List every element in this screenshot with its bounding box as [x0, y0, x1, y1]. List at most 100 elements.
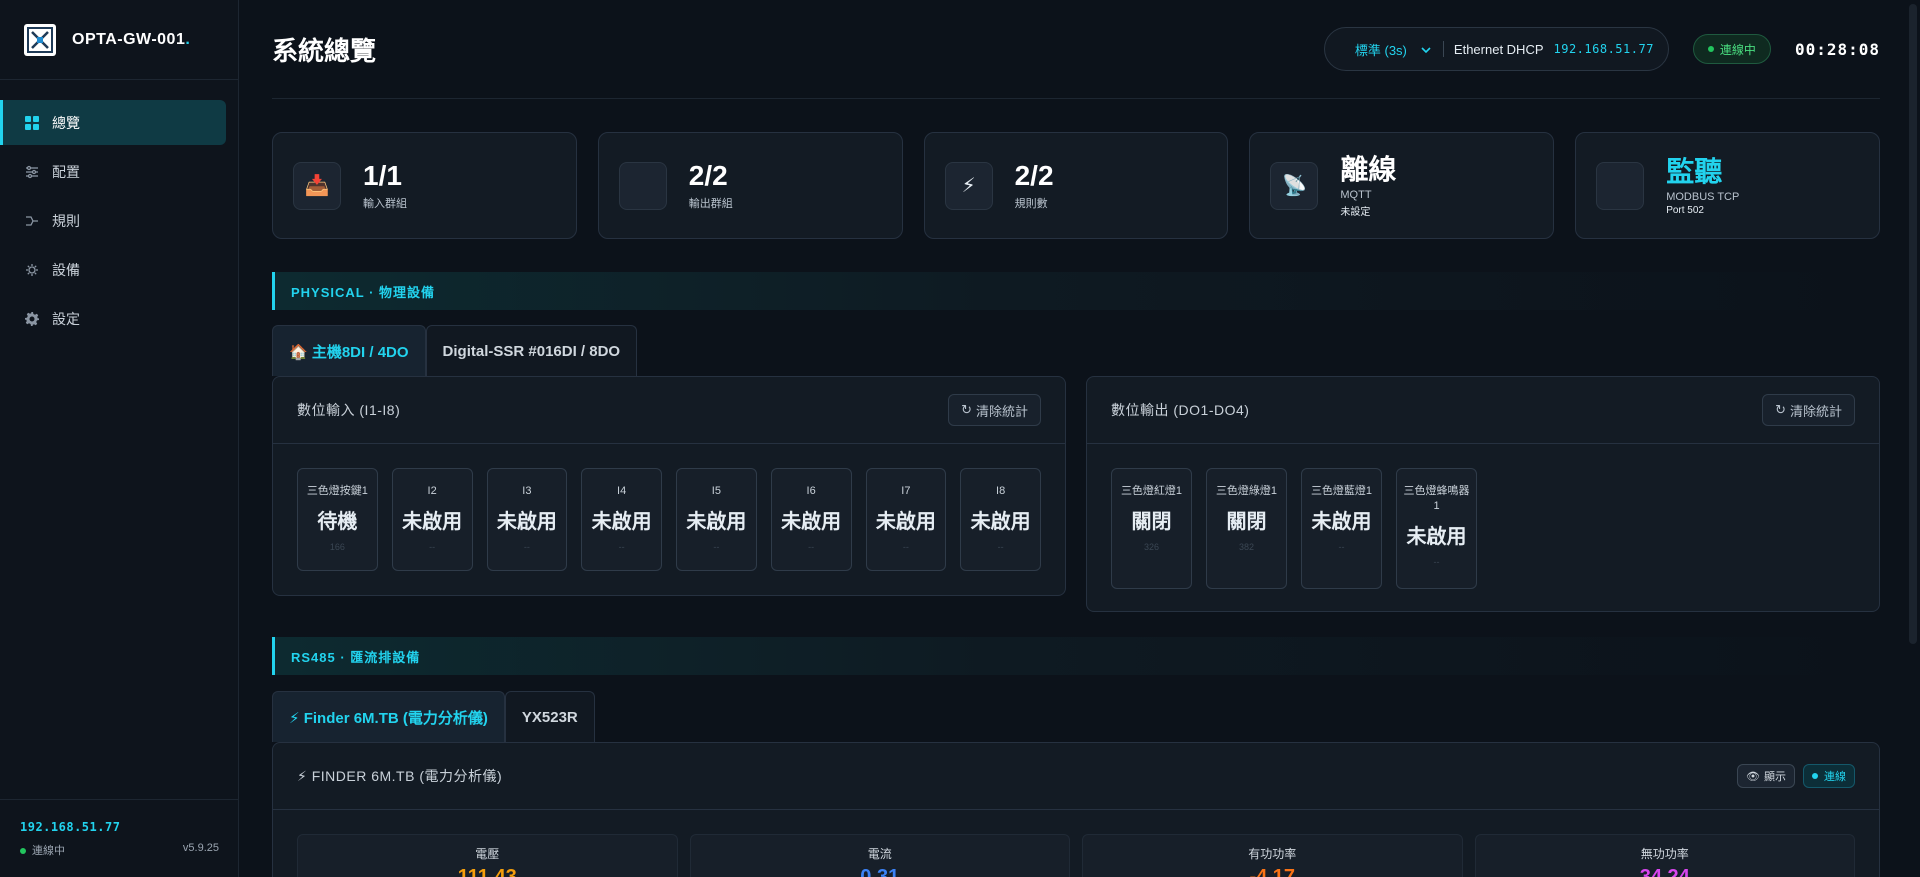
panel-title: 數位輸出 (DO1-DO4): [1111, 402, 1250, 418]
stat-label: 輸入群組: [363, 198, 407, 210]
stat-label: 輸出群組: [688, 198, 733, 210]
metric-active-power: 有功功率 -4.17: [1082, 834, 1463, 877]
output-tile[interactable]: 三色燈藍燈1 未啟用 --: [1301, 468, 1382, 589]
tab-main-unit[interactable]: 🏠 主機8DI / 4DO: [272, 325, 426, 376]
sidebar-item-overview[interactable]: 總覽: [0, 100, 226, 145]
sidebar-item-label: 總覽: [52, 114, 80, 131]
main-content: 系統總覽 標準 (3s) Ethernet DHCP 192.168.51.77…: [272, 0, 1880, 877]
input-tile[interactable]: I7 未啟用 --: [865, 468, 947, 571]
stat-label: MQTT: [1340, 188, 1372, 201]
tab-digital-ssr[interactable]: Digital-SSR #016DI / 8DO: [425, 325, 638, 376]
metric-reactive-power: 無功功率 34.24: [1474, 834, 1855, 877]
sidebar-item-settings[interactable]: 設定: [0, 296, 226, 341]
output-tile[interactable]: 三色燈紅燈1 關閉 326: [1111, 468, 1192, 589]
sidebar-item-devices[interactable]: 設備: [0, 247, 226, 292]
refresh-icon: ↻: [1775, 402, 1786, 417]
stat-card-mqtt: 📡 離線 MQTT 未設定: [1249, 132, 1555, 239]
panel-title: 數位輸入 (I1-I8): [297, 402, 401, 418]
input-tile[interactable]: I2 未啟用 --: [391, 468, 473, 571]
tab-yx523r[interactable]: YX523R: [504, 691, 595, 742]
chip-icon: [24, 262, 40, 278]
input-tile[interactable]: I3 未啟用 --: [486, 468, 568, 571]
sidebar-item-label: 配置: [52, 163, 80, 180]
modbus-icon: [1596, 161, 1645, 210]
section-rs485: RS485 · 匯流排設備: [272, 637, 1880, 675]
output-tile[interactable]: 三色燈蜂鳴器1 未啟用 --: [1396, 468, 1477, 589]
physical-tabs: 🏠 主機8DI / 4DO Digital-SSR #016DI / 8DO: [272, 325, 638, 376]
sidebar: OPTA-GW-001. 總覽 配置 規則 設備 設定 192.168.51.7…: [0, 0, 239, 877]
page-header: 系統總覽 標準 (3s) Ethernet DHCP 192.168.51.77…: [272, 0, 1880, 99]
divider: [1442, 41, 1444, 57]
panel-title: ⚡ FINDER 6M.TB (電力分析儀): [297, 768, 503, 784]
clock: 00:28:08: [1794, 39, 1880, 59]
sidebar-item-label: 設備: [52, 261, 80, 278]
sidebar-status: 連線中: [20, 842, 65, 858]
input-tile[interactable]: I5 未啟用 --: [676, 468, 757, 571]
network-mode: Ethernet DHCP: [1453, 41, 1544, 57]
sidebar-item-rules[interactable]: 規則: [0, 198, 226, 243]
app-version: v5.9.25: [182, 842, 219, 854]
app-name: OPTA-GW-001.: [72, 30, 191, 48]
status-dot-icon: [1707, 46, 1714, 52]
inbox-icon: 📥: [293, 161, 341, 210]
header-ip: 192.168.51.77: [1553, 42, 1654, 56]
connection-badge: 連線中: [1692, 34, 1771, 64]
input-tile[interactable]: 三色燈按鍵1 待機 166: [297, 468, 378, 571]
status-dot-icon: [20, 848, 26, 855]
sidebar-item-config[interactable]: 配置: [0, 149, 226, 194]
output-icon: [618, 161, 667, 210]
sliders-icon: [24, 164, 40, 180]
metric-current: 電流 0.31: [689, 834, 1070, 877]
digital-outputs-panel: 數位輸出 (DO1-DO4) ↻ 清除統計 三色燈紅燈1 關閉 326 三色燈綠燈1 關…: [1086, 376, 1880, 612]
input-tile[interactable]: I6 未啟用 --: [770, 468, 852, 571]
stat-value: 2/2: [688, 160, 728, 191]
show-toggle-button[interactable]: 👁 顯示: [1737, 764, 1795, 788]
sidebar-item-label: 設定: [52, 310, 80, 327]
sidebar-footer: 192.168.51.77 連線中 v5.9.25: [0, 799, 239, 877]
sidebar-item-label: 規則: [52, 212, 80, 229]
metric-voltage: 電壓 111.43: [297, 834, 678, 877]
stat-card-modbus: 監聽 MODBUS TCP Port 502: [1575, 132, 1880, 239]
eye-icon: 👁: [1746, 770, 1760, 783]
stat-value: 離線: [1340, 153, 1397, 185]
flow-icon: [24, 213, 40, 229]
stat-value: 1/1: [363, 160, 402, 191]
stat-card-outputs: 2/2 輸出群組: [597, 132, 903, 239]
finder-device-panel: ⚡ FINDER 6M.TB (電力分析儀) 👁 顯示 連線 電壓 111.43 電…: [272, 742, 1880, 877]
clear-stats-button[interactable]: ↻ 清除統計: [948, 394, 1041, 426]
stat-sublabel: Port 502: [1666, 204, 1704, 216]
status-bar: 標準 (3s) Ethernet DHCP 192.168.51.77: [1323, 27, 1669, 71]
brand: OPTA-GW-001.: [0, 0, 238, 80]
stat-value: 監聽: [1666, 155, 1723, 187]
stat-sublabel: 未設定: [1340, 206, 1371, 218]
page-title: 系統總覽: [272, 35, 377, 66]
stats-row: 📥 1/1 輸入群組 2/2 輸出群組 ⚡ 2/2 規則數 📡 離線 MQTT 未設定 監…: [272, 132, 1880, 239]
stat-card-inputs: 📥 1/1 輸入群組: [272, 132, 577, 239]
input-tile[interactable]: I8 未啟用 --: [960, 468, 1041, 571]
sidebar-nav: 總覽 配置 規則 設備 設定: [0, 80, 238, 341]
stat-label: 規則數: [1014, 198, 1048, 210]
stat-value: 2/2: [1014, 160, 1054, 191]
section-physical: PHYSICAL · 物理設備: [272, 272, 1880, 310]
app-logo: [24, 23, 56, 56]
rs485-tabs: ⚡ Finder 6M.TB (電力分析儀) YX523R: [272, 691, 595, 742]
stat-label: MODBUS TCP: [1666, 190, 1740, 203]
clear-stats-button[interactable]: ↻ 清除統計: [1762, 394, 1855, 426]
stat-card-rules: ⚡ 2/2 規則數: [923, 132, 1229, 239]
grid-icon: [24, 115, 40, 131]
scrollbar[interactable]: [1906, 0, 1920, 877]
input-tile[interactable]: I4 未啟用 --: [581, 468, 662, 571]
refresh-icon: ↻: [961, 402, 972, 417]
digital-inputs-panel: 數位輸入 (I1-I8) ↻ 清除統計 三色燈按鍵1 待機 166 I2 未啟用 -- I…: [272, 376, 1066, 596]
gear-icon: [24, 311, 40, 327]
tab-finder-6mtb[interactable]: ⚡ Finder 6M.TB (電力分析儀): [272, 691, 505, 742]
satellite-icon: 📡: [1270, 161, 1319, 210]
scrollbar-thumb[interactable]: [1909, 4, 1917, 644]
device-connection-badge: 連線: [1803, 764, 1855, 788]
output-tile[interactable]: 三色燈綠燈1 關閉 382: [1206, 468, 1287, 589]
lightning-icon: ⚡: [944, 161, 993, 210]
sidebar-ip: 192.168.51.77: [20, 820, 121, 834]
chevron-down-icon[interactable]: [1421, 42, 1431, 56]
refresh-mode-select[interactable]: 標準 (3s): [1355, 40, 1407, 59]
status-dot-icon: [1812, 773, 1818, 779]
